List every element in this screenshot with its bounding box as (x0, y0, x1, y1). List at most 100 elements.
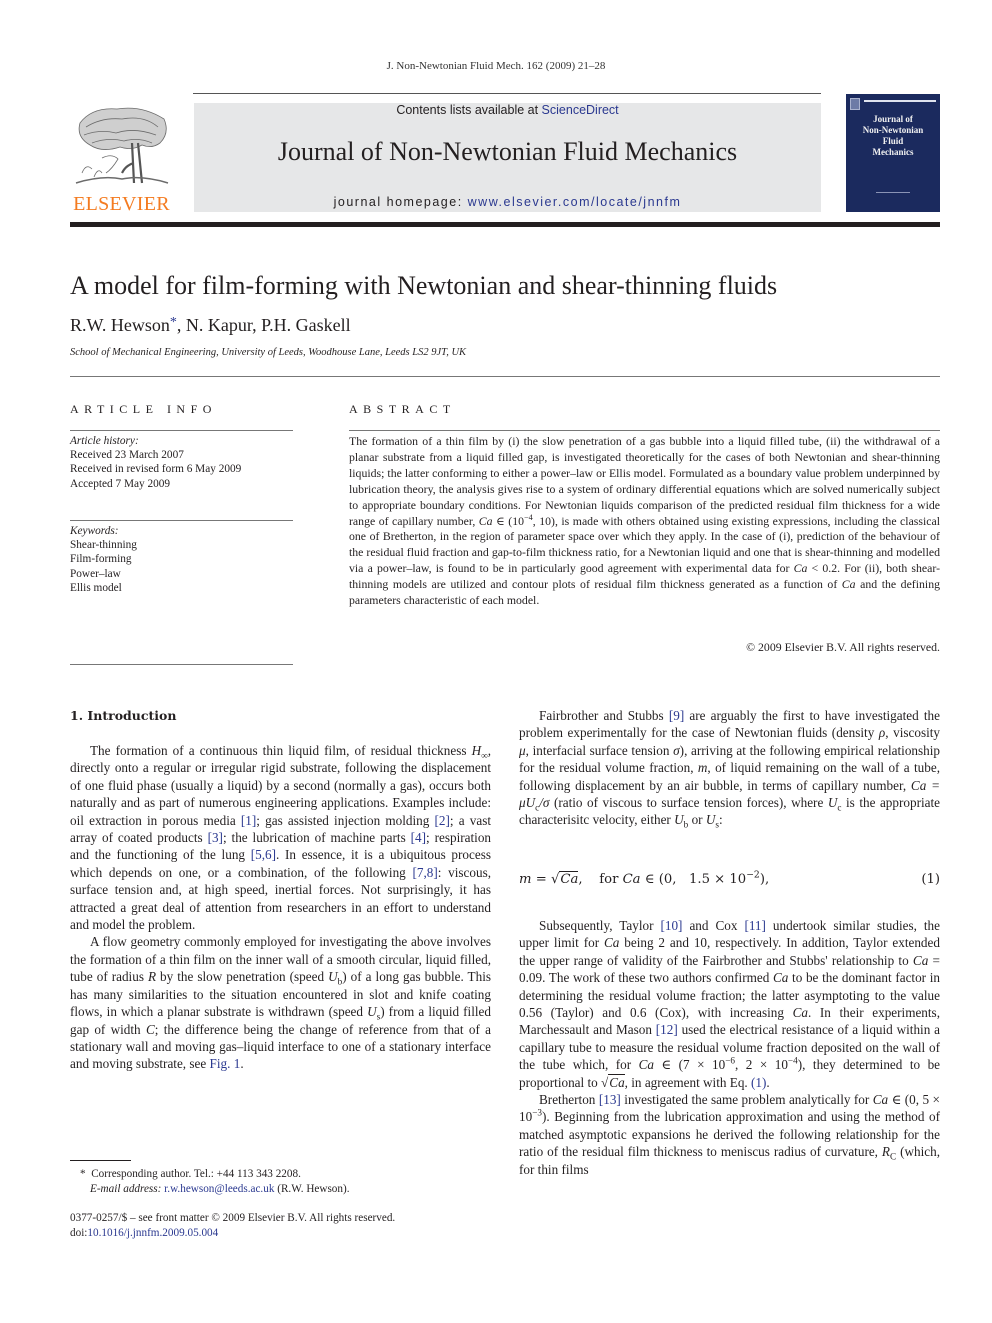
symbol-u: U (367, 1004, 377, 1020)
citation-link[interactable]: [7,8] (412, 865, 437, 880)
text: The formation of a continuous thin liqui… (90, 743, 472, 758)
front-matter-text: 0377-0257/$ – see front matter © 2009 El… (70, 1212, 396, 1224)
equation-link[interactable]: (1) (751, 1075, 766, 1090)
eq-condition: , for (578, 872, 623, 887)
ca-symbol: Ca (793, 561, 808, 576)
capillary-number-definition-tail: /σ (539, 795, 550, 811)
footnote-corresponding: * Corresponding author. Tel.: +44 113 34… (70, 1167, 350, 1182)
abstract-heading: ABSTRACT (349, 402, 456, 416)
keywords-divider (70, 520, 293, 521)
text: by the slow penetration (speed (156, 969, 329, 985)
article-info-heading: ARTICLE INFO (70, 402, 217, 416)
history-accepted: Accepted 7 May 2009 (70, 477, 171, 490)
eq-tail: ), (759, 872, 770, 887)
symbol-u: U (328, 969, 338, 985)
eq-ca: Ca (622, 872, 641, 887)
email-link[interactable]: r.w.hewson@leeds.ac.uk (164, 1183, 274, 1195)
running-head: J. Non-Newtonian Fluid Mech. 162 (2009) … (386, 60, 606, 72)
eq-exponent: −2 (746, 869, 760, 881)
symbol-m: m (697, 760, 708, 776)
keywords: Keywords: Shear-thinning Film-forming Po… (70, 524, 137, 595)
text: . (240, 1056, 244, 1072)
abstract-part: ∈ (10 (492, 513, 525, 528)
right-column-bottom: Subsequently, Taylor [10] and Cox [11] u… (519, 917, 940, 1178)
text: : (719, 812, 723, 828)
history-received: Received 23 March 2007 (70, 449, 184, 462)
exponent: −4 (787, 1055, 798, 1066)
symbol-c: C (145, 1021, 155, 1037)
eq-range: ∈ (0, 1.5 × 10 (640, 872, 747, 887)
author-hewson: R.W. Hewson (70, 315, 170, 335)
article-info-divider (70, 430, 293, 431)
cover-title-line: Mechanics (872, 147, 914, 157)
paragraph: The formation of a continuous thin liqui… (70, 742, 491, 933)
sciencedirect-link[interactable]: ScienceDirect (542, 103, 619, 117)
ca-symbol: Ca (841, 577, 856, 592)
citation-link[interactable]: [11] (744, 918, 765, 933)
citation-link[interactable]: [12] (656, 1022, 678, 1037)
citation-link[interactable]: [10] (660, 918, 682, 933)
footnote-email: E-mail address: r.w.hewson@leeds.ac.uk (… (70, 1182, 350, 1197)
citation-link[interactable]: [9] (669, 708, 684, 723)
article-info-bottom-divider (70, 664, 293, 665)
history-revised: Received in revised form 6 May 2009 (70, 463, 242, 476)
symbol-r: R (881, 1144, 890, 1160)
article-title: A model for film-forming with Newtonian … (70, 271, 778, 300)
eq-operator: = √ (531, 872, 560, 887)
text: Fairbrother and Stubbs (539, 708, 669, 723)
left-column: The formation of a continuous thin liqui… (70, 742, 491, 1073)
citation-link[interactable]: [2] (435, 813, 450, 828)
doi-link[interactable]: 10.1016/j.jnnfm.2009.05.004 (87, 1227, 218, 1239)
cover-footer-line (876, 192, 910, 193)
text: investigated the same problem analytical… (620, 1092, 873, 1108)
contents-line: Contents lists available at ScienceDirec… (194, 103, 821, 117)
equation-body: m = √Ca, for Ca ∈ (0, 1.5 × 10−2), (519, 869, 770, 887)
text: , viscosity (885, 725, 941, 741)
cover-title-line: Journal of (873, 114, 913, 124)
corresponding-author-marker[interactable]: * (170, 315, 177, 330)
right-column-top: Fairbrother and Stubbs [9] are arguably … (519, 707, 941, 830)
text: Bretherton (539, 1092, 599, 1108)
ca-symbol: Ca (912, 952, 929, 968)
symbol-h: H (471, 743, 482, 758)
citation-link[interactable]: [4] (411, 830, 426, 845)
doi-label: doi: (70, 1227, 88, 1239)
text: , in agreement with Eq. (624, 1074, 752, 1090)
footnote: * Corresponding author. Tel.: +44 113 34… (70, 1167, 350, 1196)
ca-symbol: Ca (792, 1005, 808, 1021)
elsevier-logo[interactable]: ELSEVIER (70, 103, 173, 215)
text: or (688, 812, 706, 828)
elsevier-tree-icon (75, 107, 169, 184)
cover-emblem-icon (850, 98, 860, 110)
text: and Cox (682, 918, 745, 933)
homepage-prefix: journal homepage: (333, 195, 468, 209)
citation-link[interactable]: [5,6] (251, 847, 276, 862)
figure-link[interactable]: Fig. 1 (210, 1056, 241, 1071)
ca-symbol: Ca (603, 935, 620, 951)
exponent: −3 (532, 1108, 543, 1119)
article-history: Article history: Received 23 March 2007 … (70, 434, 241, 491)
contents-prefix: Contents lists available at (396, 103, 542, 117)
ca-symbol: Ca (872, 1092, 889, 1108)
citation-link[interactable]: [13] (599, 1092, 621, 1107)
masthead-top-rule (193, 93, 821, 94)
text: ; the lubrication of machine parts (222, 830, 411, 846)
keyword-item: Ellis model (70, 581, 122, 594)
paragraph: Subsequently, Taylor [10] and Cox [11] u… (519, 917, 940, 1091)
other-authors: , N. Kapur, P.H. Gaskell (176, 315, 351, 335)
journal-cover-thumbnail[interactable]: Journal of Non-Newtonian Fluid Mechanics (846, 94, 940, 212)
text: , interfacial surface tension (525, 742, 674, 758)
journal-homepage-link[interactable]: www.elsevier.com/locate/jnnfm (468, 195, 682, 209)
symbol-r: R (147, 969, 157, 985)
text: . (766, 1074, 770, 1090)
section-heading-introduction: 1. Introduction (70, 708, 177, 723)
email-label: E-mail address: (90, 1182, 162, 1195)
citation-link[interactable]: [3] (208, 830, 223, 845)
ca-symbol: Ca (772, 970, 789, 986)
cover-title-line: Fluid (882, 136, 904, 146)
citation-link[interactable]: [1] (241, 813, 256, 828)
abstract-copyright: © 2009 Elsevier B.V. All rights reserved… (746, 640, 940, 654)
cover-bar (864, 100, 936, 102)
footnote-rule (70, 1160, 131, 1161)
abstract-part: , 10) (532, 513, 555, 528)
